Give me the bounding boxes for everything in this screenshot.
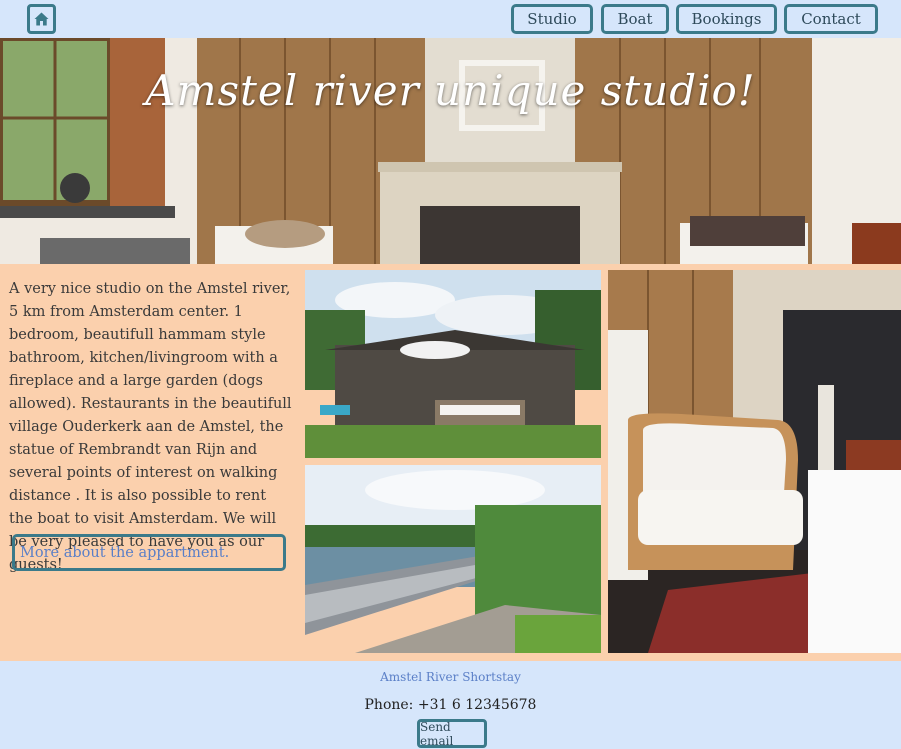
top-nav: Studio Boat Bookings Contact	[0, 0, 901, 38]
page-footer: Amstel River Shortstay Phone: +31 6 1234…	[0, 661, 901, 749]
nav-studio-button[interactable]: Studio	[511, 4, 593, 34]
garden-lodge-photo	[305, 270, 601, 458]
river-boat-photo	[305, 465, 601, 653]
hero-title: Amstel river unique studio!	[145, 66, 756, 115]
home-button[interactable]	[27, 4, 56, 34]
hero-banner: Amstel river unique studio!	[0, 38, 901, 264]
nav-bookings-button[interactable]: Bookings	[676, 4, 777, 34]
more-about-apartment-button[interactable]: More about the appartment.	[12, 534, 286, 571]
armchair-fireplace-photo	[608, 270, 901, 653]
company-name-link[interactable]: Amstel River Shortstay	[0, 670, 901, 684]
nav-boat-button[interactable]: Boat	[601, 4, 669, 34]
nav-contact-button[interactable]: Contact	[784, 4, 878, 34]
studio-description: A very nice studio on the Amstel river, …	[9, 281, 292, 573]
send-email-button[interactable]: Send email	[417, 719, 487, 748]
home-icon	[34, 12, 49, 26]
phone-number: Phone: +31 6 12345678	[364, 697, 537, 713]
